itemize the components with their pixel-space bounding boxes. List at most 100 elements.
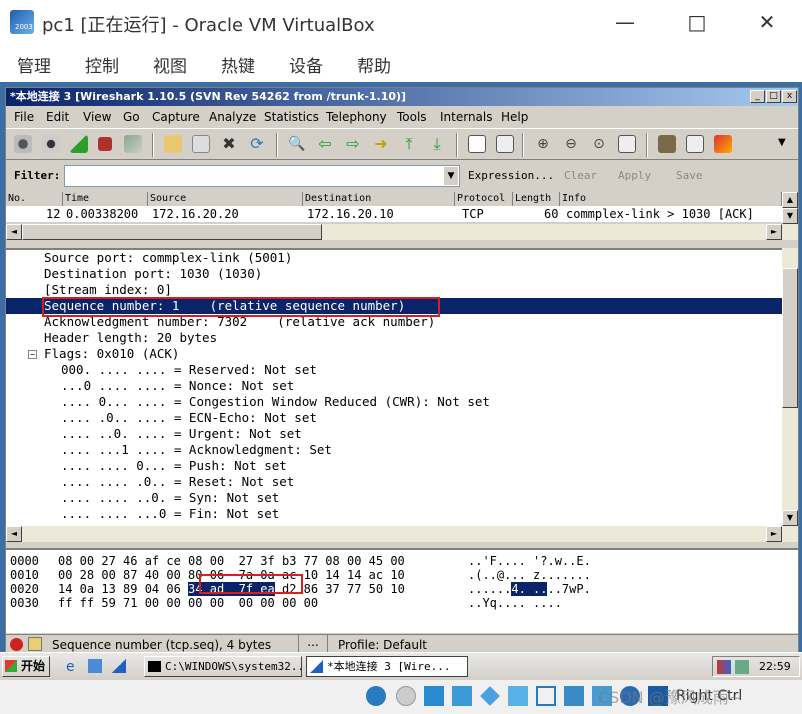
detail-vscrollbar[interactable]: ▼ xyxy=(782,248,798,526)
tray-volume-icon[interactable] xyxy=(735,660,749,674)
save-filter-button[interactable]: Save xyxy=(676,169,703,182)
clear-button[interactable]: Clear xyxy=(564,169,597,182)
find-packet-icon[interactable]: 🔍 xyxy=(288,135,306,153)
flag-line[interactable]: 000. .... .... = Reserved: Not set xyxy=(61,362,317,378)
flag-line[interactable]: .... ...1 .... = Acknowledgment: Set xyxy=(61,442,332,458)
menu-view[interactable]: 视图 xyxy=(153,52,187,77)
expression-button[interactable]: Expression... xyxy=(468,169,554,182)
flag-line[interactable]: .... .... 0... = Push: Not set xyxy=(61,458,287,474)
detail-hscrollbar[interactable]: ◄ ► xyxy=(6,526,798,542)
flag-line[interactable]: .... .0.. .... = ECN-Echo: Not set xyxy=(61,410,317,426)
task-wireshark[interactable]: *本地连接 3 [Wire... xyxy=(306,656,468,677)
display-icon[interactable] xyxy=(536,686,556,706)
menu-view[interactable]: View xyxy=(83,110,111,124)
menu-manage[interactable]: 管理 xyxy=(17,52,51,77)
menu-internals[interactable]: Internals xyxy=(440,110,493,124)
menu-tools[interactable]: Tools xyxy=(397,110,427,124)
display-filters-icon[interactable] xyxy=(686,135,704,153)
network-icon[interactable] xyxy=(452,686,472,706)
go-back-icon[interactable]: ⇦ xyxy=(316,135,334,153)
toolbar-overflow-icon[interactable]: ▼ xyxy=(778,137,786,148)
menu-analyze[interactable]: Analyze xyxy=(209,110,256,124)
wireshark-quick-icon[interactable] xyxy=(112,659,126,673)
menu-help[interactable]: Help xyxy=(501,110,528,124)
colorize-icon[interactable] xyxy=(468,135,486,153)
go-to-packet-icon[interactable]: ➜ xyxy=(372,135,390,153)
collapse-icon[interactable]: − xyxy=(28,350,37,359)
save-file-icon[interactable] xyxy=(192,135,210,153)
packet-row[interactable]: 12 0.00338200 172.16.20.20 172.16.20.10 … xyxy=(6,206,782,222)
usb-icon[interactable] xyxy=(480,686,500,706)
zoom-in-icon[interactable]: ⊕ xyxy=(534,135,552,153)
ie-icon[interactable]: e xyxy=(66,659,75,675)
hdd-icon[interactable] xyxy=(366,686,386,706)
col-time[interactable]: Time xyxy=(63,192,148,206)
show-desktop-icon[interactable] xyxy=(88,659,102,673)
detail-line[interactable]: Destination port: 1030 (1030) xyxy=(44,266,262,282)
minimize-button[interactable]: — xyxy=(610,8,640,36)
hex-ascii-row[interactable]: ......4. ....7wP. xyxy=(468,582,591,596)
menu-edit[interactable]: Edit xyxy=(46,110,69,124)
ws-close-button[interactable]: x xyxy=(782,90,797,103)
stop-capture-icon[interactable] xyxy=(98,137,112,151)
col-length[interactable]: Length xyxy=(513,192,560,206)
close-button[interactable]: ✕ xyxy=(752,8,782,36)
first-packet-icon[interactable]: ⤒ xyxy=(400,135,418,153)
profile-label[interactable]: Profile: Default xyxy=(338,638,427,652)
hex-ascii[interactable]: .(..@... z....... xyxy=(468,568,591,582)
menu-capture[interactable]: Capture xyxy=(152,110,200,124)
detail-line[interactable]: [Stream index: 0] xyxy=(44,282,172,298)
menu-hotkey[interactable]: 热键 xyxy=(221,52,255,77)
col-no[interactable]: No. xyxy=(6,192,63,206)
col-protocol[interactable]: Protocol xyxy=(455,192,513,206)
menu-devices[interactable]: 设备 xyxy=(289,52,323,77)
hex-ascii[interactable]: ..Yq.... .... xyxy=(468,596,562,610)
audio-icon[interactable] xyxy=(424,686,444,706)
flag-line[interactable]: .... .... ..0. = Syn: Not set xyxy=(61,490,279,506)
open-file-icon[interactable] xyxy=(164,135,182,153)
shared-folder-icon[interactable] xyxy=(508,686,528,706)
col-source[interactable]: Source xyxy=(148,192,303,206)
hscroll-left[interactable]: ◄ xyxy=(6,224,22,240)
col-destination[interactable]: Destination xyxy=(303,192,455,206)
start-capture-icon[interactable] xyxy=(70,135,88,153)
menu-control[interactable]: 控制 xyxy=(85,52,119,77)
tray-network-icon[interactable] xyxy=(717,660,731,674)
ws-maximize-button[interactable]: □ xyxy=(766,90,781,103)
flag-line[interactable]: .... 0... .... = Congestion Window Reduc… xyxy=(61,394,490,410)
vscroll-thumb[interactable] xyxy=(782,268,798,408)
zoom-out-icon[interactable]: ⊖ xyxy=(562,135,580,153)
coloring-rules-icon[interactable] xyxy=(714,135,732,153)
menu-help[interactable]: 帮助 xyxy=(357,52,391,77)
flag-line[interactable]: .... .... .0.. = Reset: Not set xyxy=(61,474,294,490)
hscroll-right[interactable]: ► xyxy=(766,224,782,240)
col-info[interactable]: Info xyxy=(560,192,782,206)
list-hscrollbar[interactable]: ◄ ► xyxy=(6,224,798,240)
list-scroll-up[interactable]: ▲ xyxy=(782,192,798,208)
list-scroll-down[interactable]: ▼ xyxy=(782,208,798,224)
flag-line[interactable]: .... .... ...0 = Fin: Not set xyxy=(61,506,279,522)
resize-columns-icon[interactable] xyxy=(618,135,636,153)
detail-line[interactable]: Header length: 20 bytes xyxy=(44,330,217,346)
vscroll-down[interactable]: ▼ xyxy=(782,510,798,526)
auto-scroll-icon[interactable] xyxy=(496,135,514,153)
menu-statistics[interactable]: Statistics xyxy=(264,110,319,124)
hscroll-thumb[interactable] xyxy=(22,224,322,240)
task-cmd[interactable]: C:\WINDOWS\system32... xyxy=(144,656,302,677)
detail-hscroll-right[interactable]: ► xyxy=(766,526,782,542)
interfaces-icon[interactable] xyxy=(14,135,32,153)
detail-line[interactable]: Flags: 0x010 (ACK) xyxy=(44,346,179,362)
go-forward-icon[interactable]: ⇨ xyxy=(344,135,362,153)
detail-hscroll-left[interactable]: ◄ xyxy=(6,526,22,542)
optical-drive-icon[interactable] xyxy=(396,686,416,706)
capture-filters-icon[interactable] xyxy=(658,135,676,153)
normal-size-icon[interactable]: ⊙ xyxy=(590,135,608,153)
restart-capture-icon[interactable] xyxy=(124,135,142,153)
menu-file[interactable]: File xyxy=(14,110,34,124)
apply-button[interactable]: Apply xyxy=(618,169,651,182)
filter-dropdown-icon[interactable]: ▼ xyxy=(444,167,458,185)
filter-input[interactable] xyxy=(64,165,460,187)
close-file-icon[interactable]: ✖ xyxy=(220,135,238,153)
ws-minimize-button[interactable]: _ xyxy=(750,90,765,103)
hex-bytes[interactable]: ff ff 59 71 00 00 00 00 00 00 00 00 xyxy=(58,596,318,610)
